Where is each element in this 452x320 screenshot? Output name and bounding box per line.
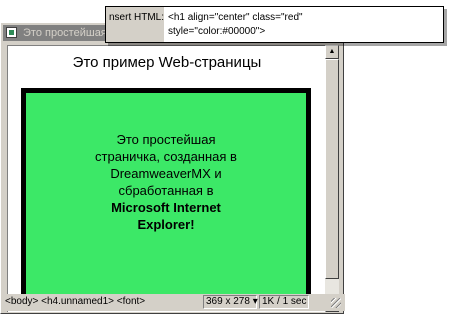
page-content[interactable]: Это пример Web-страницы Это простейшая с… [7, 45, 325, 312]
box-line: Это простейшая [116, 132, 216, 147]
vertical-scrollbar[interactable]: ▲ ▼ [325, 45, 339, 312]
page-heading[interactable]: Это пример Web-страницы [8, 54, 325, 71]
window-title: Это простейшая [23, 27, 107, 39]
status-bar: <body> <h4.unnamed1> <font> 369 x 278 ▾ … [1, 294, 345, 311]
scroll-thumb[interactable] [325, 59, 339, 279]
document-window: Это простейшая Это пример Web-страницы Э… [0, 22, 345, 314]
tag-selector[interactable]: <body> <h4.unnamed1> <font> [5, 296, 145, 307]
box-line: DreamweaverMX и [110, 166, 222, 181]
box-line-bold: Explorer! [137, 217, 195, 232]
box-line: страничка, созданная в [95, 149, 237, 164]
green-box[interactable]: Это простейшая страничка, созданная в Dr… [21, 88, 311, 301]
window-size-selector[interactable]: 369 x 278 ▾ [203, 295, 258, 309]
insert-html-field[interactable]: <h1 align="center" class="red" style="co… [168, 11, 438, 39]
download-time: 1K / 1 sec [259, 295, 309, 309]
insert-html-popup: nsert HTML: <h1 align="center" class="re… [105, 6, 444, 43]
document-icon [6, 27, 17, 38]
box-line: сбработанная в [118, 183, 214, 198]
insert-html-label: nsert HTML: [106, 7, 164, 42]
box-line-bold: Microsoft Internet [111, 200, 221, 215]
resize-grip-icon[interactable] [331, 298, 341, 308]
scroll-up-icon[interactable]: ▲ [325, 45, 339, 59]
stage: Это простейшая Это пример Web-страницы Э… [0, 0, 452, 320]
box-text: Это простейшая страничка, созданная в Dr… [26, 131, 306, 233]
